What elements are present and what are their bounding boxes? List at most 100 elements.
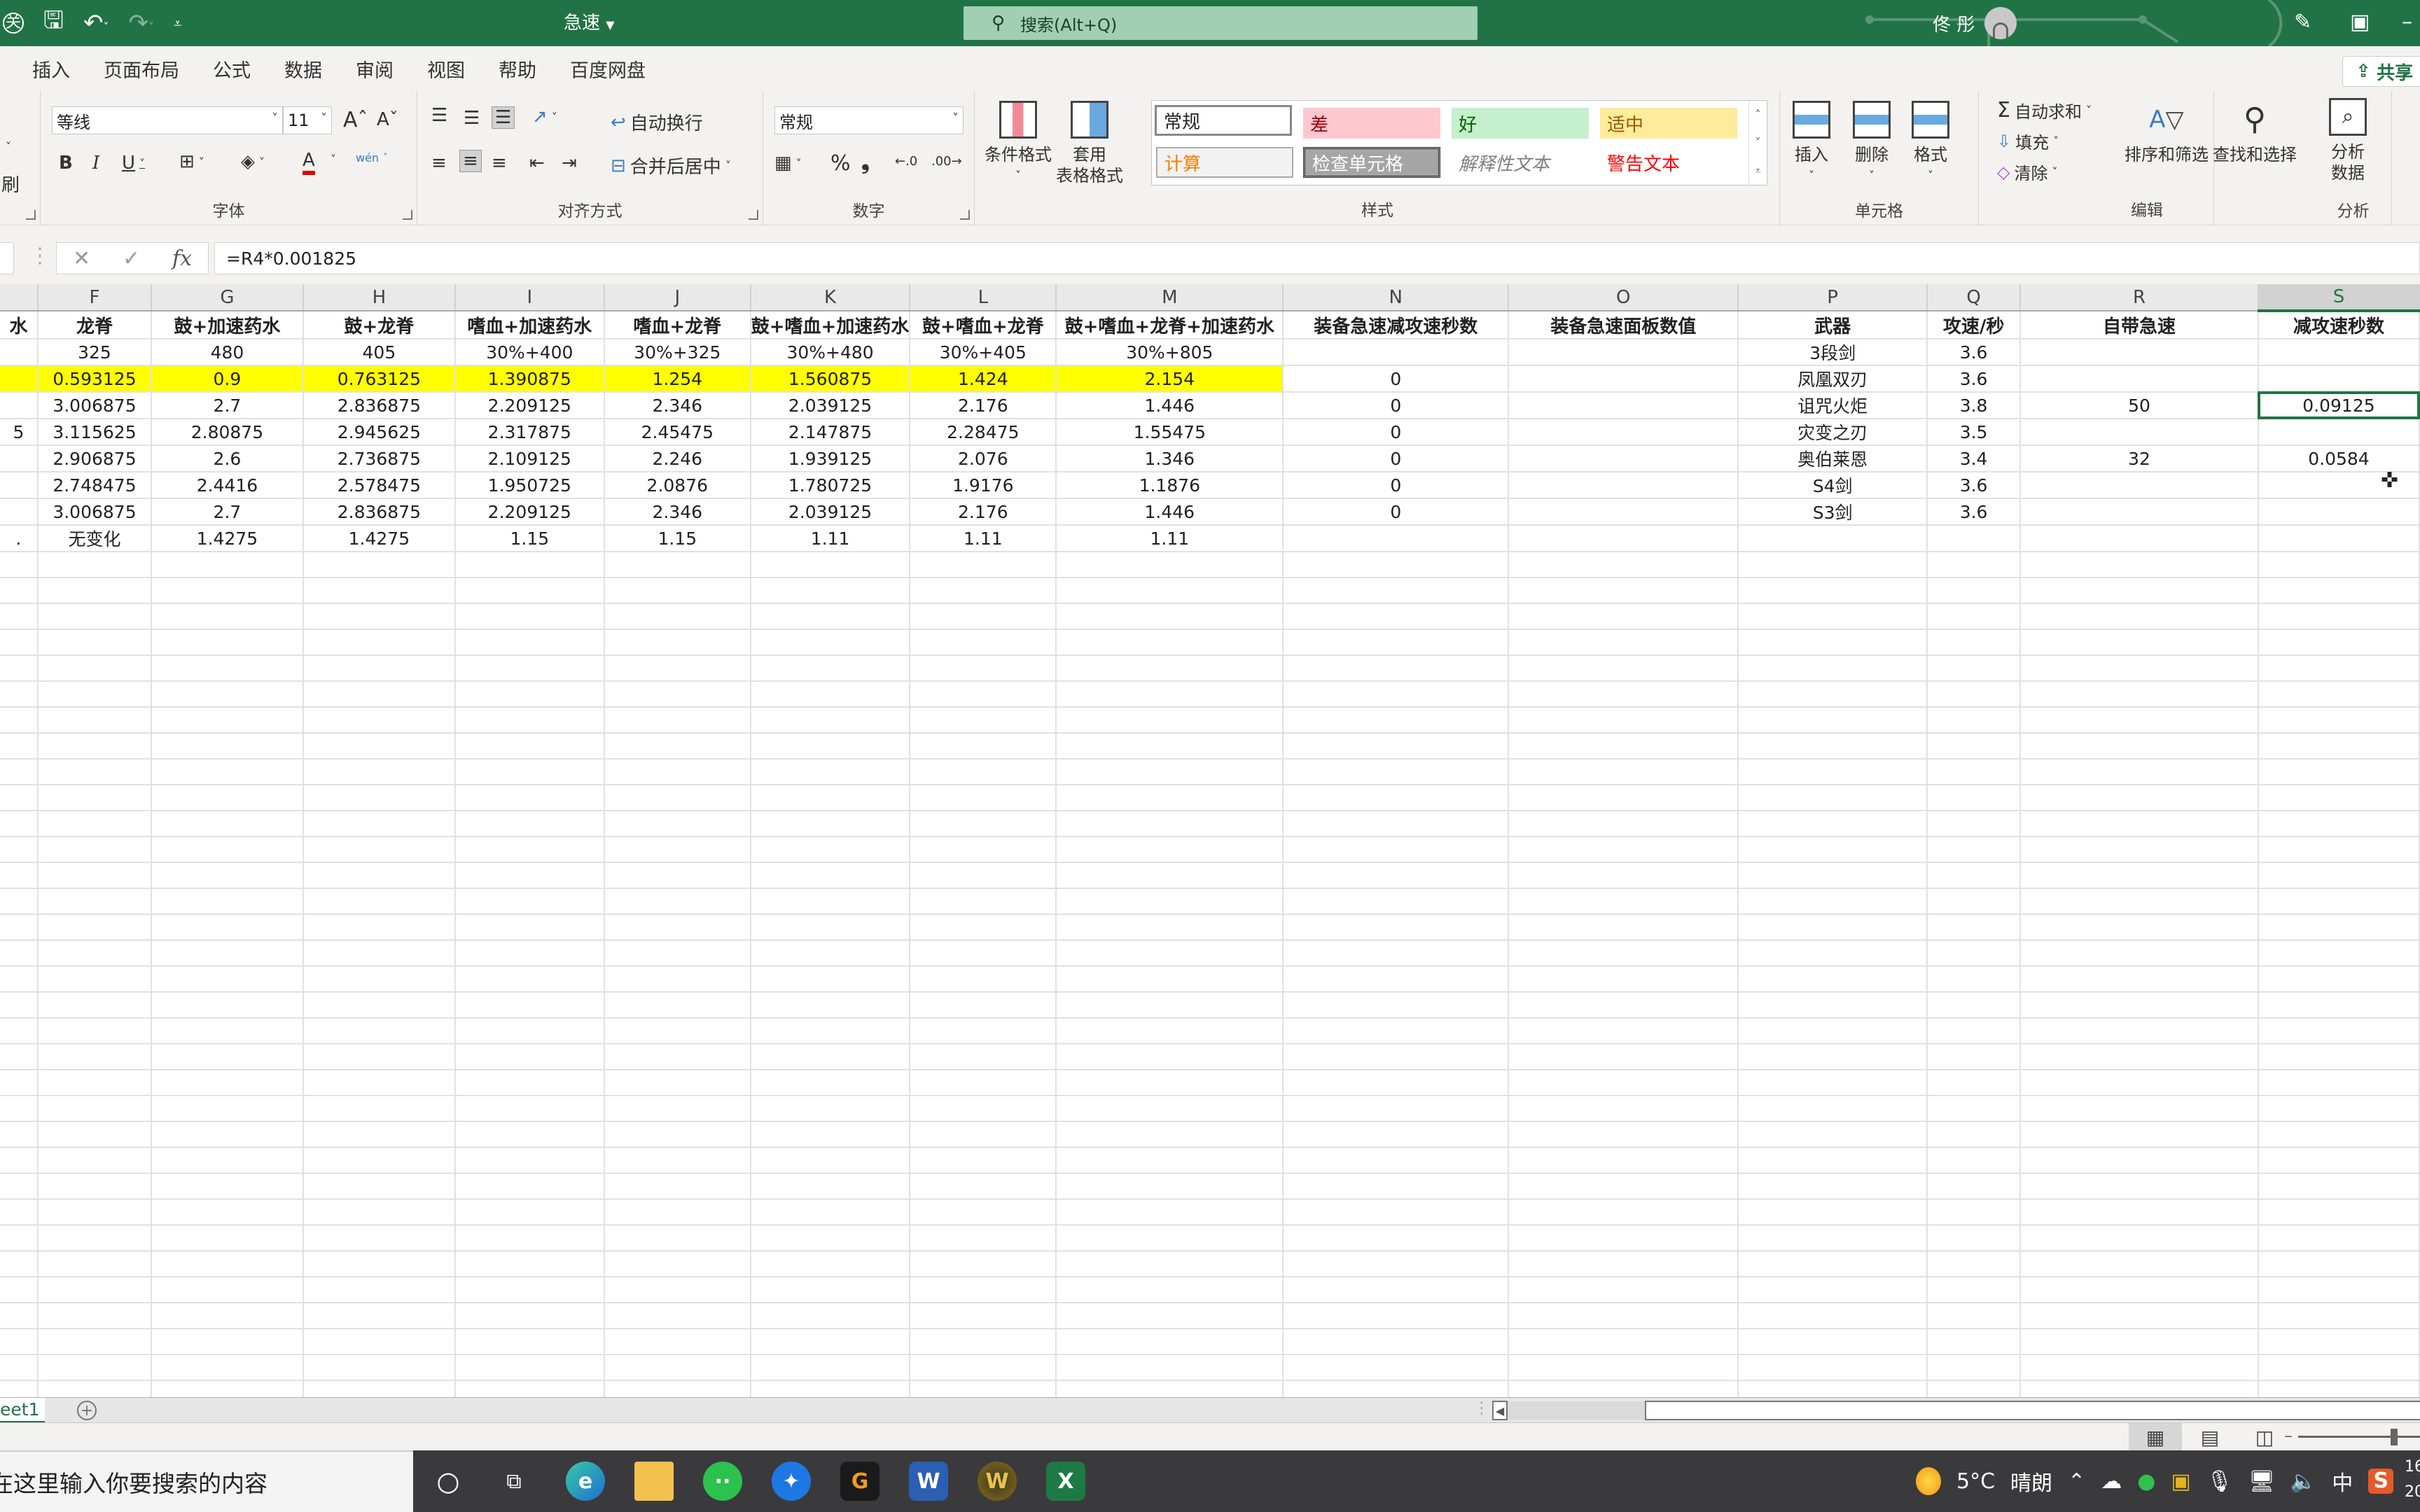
empty-cell[interactable]: [1056, 1147, 1284, 1174]
table-cell[interactable]: 2.346: [604, 498, 751, 526]
empty-cell[interactable]: [1056, 1354, 1284, 1381]
empty-cell[interactable]: [151, 681, 304, 708]
empty-cell[interactable]: [454, 1277, 605, 1303]
empty-cell[interactable]: [151, 914, 304, 941]
empty-cell[interactable]: [2258, 992, 2420, 1018]
font-size-select[interactable]: 11 ˅: [283, 106, 332, 134]
empty-cell[interactable]: [302, 1018, 456, 1044]
autosave-icon[interactable]: 关: [3, 13, 24, 34]
table-cell[interactable]: 2.147875: [750, 419, 911, 446]
empty-cell[interactable]: [1927, 1121, 2022, 1148]
empty-cell[interactable]: [151, 785, 304, 811]
empty-cell[interactable]: [2020, 1147, 2259, 1174]
empty-cell[interactable]: [0, 1380, 39, 1397]
header-cell[interactable]: 装备急速减攻速秒数: [1283, 311, 1510, 340]
table-cell[interactable]: [2258, 498, 2420, 526]
empty-cell[interactable]: [0, 836, 39, 863]
empty-cell[interactable]: [910, 603, 1057, 630]
empty-cell[interactable]: [2020, 578, 2259, 604]
empty-cell[interactable]: [2020, 966, 2259, 993]
empty-cell[interactable]: [1738, 1018, 1928, 1044]
empty-cell[interactable]: [454, 1018, 605, 1044]
empty-cell[interactable]: [37, 811, 152, 837]
empty-cell[interactable]: [750, 992, 911, 1018]
header-cell[interactable]: 鼓+龙脊: [302, 311, 456, 340]
empty-cell[interactable]: [2020, 1225, 2259, 1252]
empty-cell[interactable]: [910, 578, 1057, 604]
style-calculation[interactable]: 计算: [1156, 147, 1293, 178]
empty-cell[interactable]: [750, 1225, 911, 1252]
empty-cell[interactable]: [454, 836, 605, 863]
table-cell[interactable]: 1.560875: [750, 365, 911, 393]
empty-cell[interactable]: [750, 681, 911, 708]
table-cell[interactable]: 2.6: [151, 445, 304, 472]
ime-indicator[interactable]: 中: [2332, 1466, 2353, 1497]
empty-cell[interactable]: [1056, 1173, 1284, 1200]
empty-cell[interactable]: [1927, 655, 2022, 682]
empty-cell[interactable]: [2020, 733, 2259, 760]
empty-cell[interactable]: [37, 655, 152, 682]
empty-cell[interactable]: [1927, 707, 2022, 734]
table-cell[interactable]: 2.0876: [604, 472, 751, 499]
empty-cell[interactable]: [2258, 914, 2420, 941]
table-cell[interactable]: [1738, 525, 1928, 552]
empty-cell[interactable]: [2258, 785, 2420, 811]
conditional-format-button[interactable]: 条件格式 ˅: [985, 101, 1052, 186]
empty-cell[interactable]: [37, 552, 152, 578]
onedrive-icon[interactable]: ☁: [2101, 1469, 2122, 1494]
normal-view-icon[interactable]: ▦: [2129, 1423, 2182, 1451]
table-cell[interactable]: [2258, 419, 2420, 446]
empty-cell[interactable]: [302, 1354, 456, 1381]
table-cell[interactable]: 3.6: [1927, 498, 2022, 526]
table-cell[interactable]: [2258, 365, 2420, 393]
empty-cell[interactable]: [1927, 992, 2022, 1018]
empty-cell[interactable]: [37, 888, 152, 915]
empty-cell[interactable]: [0, 1225, 39, 1252]
empty-cell[interactable]: [151, 888, 304, 915]
empty-cell[interactable]: [1283, 603, 1510, 630]
italic-button[interactable]: I: [92, 153, 99, 174]
table-cell[interactable]: 1.11: [910, 525, 1057, 552]
empty-cell[interactable]: [604, 1147, 751, 1174]
empty-cell[interactable]: [37, 1044, 152, 1070]
header-cell[interactable]: 鼓+嗜血+龙脊: [910, 311, 1057, 340]
empty-cell[interactable]: [1738, 811, 1928, 837]
clear-button[interactable]: ◇ 清除 ˅: [1997, 160, 2057, 184]
empty-cell[interactable]: [151, 862, 304, 889]
empty-cell[interactable]: [1508, 1329, 1739, 1355]
empty-cell[interactable]: [0, 1199, 39, 1226]
empty-cell[interactable]: [1056, 940, 1284, 967]
empty-cell[interactable]: [2020, 1018, 2259, 1044]
empty-cell[interactable]: [2020, 1121, 2259, 1148]
empty-cell[interactable]: [0, 1044, 39, 1070]
empty-cell[interactable]: [910, 1096, 1057, 1122]
empty-cell[interactable]: [1056, 1044, 1284, 1070]
empty-cell[interactable]: [302, 1303, 456, 1329]
empty-cell[interactable]: [0, 1070, 39, 1096]
empty-cell[interactable]: [454, 1303, 605, 1329]
empty-cell[interactable]: [1508, 836, 1739, 863]
percent-button[interactable]: %: [830, 151, 851, 176]
empty-cell[interactable]: [1738, 1277, 1928, 1303]
table-cell[interactable]: 2.7: [151, 392, 304, 419]
empty-cell[interactable]: [1927, 1070, 2022, 1096]
table-cell[interactable]: 1.446: [1056, 498, 1284, 526]
empty-cell[interactable]: [910, 966, 1057, 993]
empty-cell[interactable]: [910, 1277, 1057, 1303]
empty-cell[interactable]: [910, 1147, 1057, 1174]
empty-cell[interactable]: [454, 1251, 605, 1278]
empty-cell[interactable]: [1738, 1303, 1928, 1329]
empty-cell[interactable]: [0, 681, 39, 708]
empty-cell[interactable]: [604, 1251, 751, 1278]
empty-cell[interactable]: [910, 940, 1057, 967]
empty-cell[interactable]: [151, 1018, 304, 1044]
style-explanatory[interactable]: 解释性文本: [1452, 147, 1589, 178]
table-cell[interactable]: 3.5: [1927, 419, 2022, 446]
empty-cell[interactable]: [1738, 862, 1928, 889]
empty-cell[interactable]: [1927, 759, 2022, 785]
empty-cell[interactable]: [1508, 707, 1739, 734]
empty-cell[interactable]: [2258, 1380, 2420, 1397]
empty-cell[interactable]: [1283, 1199, 1510, 1226]
empty-cell[interactable]: [37, 1096, 152, 1122]
empty-cell[interactable]: [0, 655, 39, 682]
